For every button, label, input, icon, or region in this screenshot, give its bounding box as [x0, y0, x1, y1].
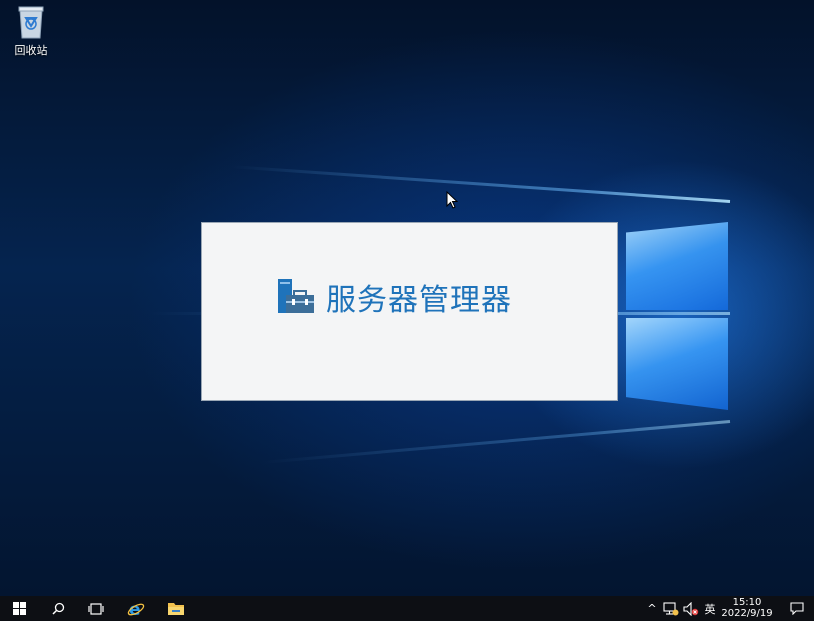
wallpaper-light-beam — [261, 420, 731, 464]
windows-start-icon — [12, 602, 26, 615]
taskbar-clock[interactable]: 15:10 2022/9/19 — [716, 597, 778, 619]
internet-explorer-button[interactable]: e — [118, 596, 154, 621]
network-status[interactable] — [662, 596, 680, 621]
task-view-button[interactable] — [78, 596, 114, 621]
mouse-cursor-icon — [446, 191, 458, 209]
recycle-bin-icon — [18, 6, 44, 39]
desktop-icon-recycle-bin[interactable]: 回收站 — [6, 4, 56, 58]
recycle-bin-label: 回收站 — [14, 44, 48, 57]
file-explorer-button[interactable] — [158, 596, 194, 621]
windows-logo-pane-bottom — [626, 318, 728, 410]
input-language-label: 英 — [704, 602, 716, 616]
volume-muted-icon — [683, 601, 699, 616]
clock-date: 2022/9/19 — [721, 608, 773, 619]
search-button[interactable] — [40, 596, 76, 621]
task-view-icon — [88, 602, 104, 615]
notification-icon — [790, 602, 804, 615]
desktop: 回收站 服务器管理器 — [0, 0, 814, 596]
clock-time: 15:10 — [732, 597, 762, 608]
start-button[interactable] — [0, 596, 38, 621]
splash-title-row: 服务器管理器 — [276, 275, 512, 319]
server-manager-splash: 服务器管理器 — [201, 222, 618, 401]
volume-control[interactable] — [682, 596, 700, 621]
splash-title: 服务器管理器 — [326, 283, 512, 318]
chevron-up-icon: ^ — [647, 602, 657, 615]
windows-logo-pane-top — [626, 222, 728, 310]
action-center-button[interactable] — [784, 596, 810, 621]
show-hidden-icons-button[interactable]: ^ — [644, 596, 660, 621]
search-icon — [51, 602, 64, 615]
server-manager-icon — [278, 279, 314, 313]
internet-explorer-icon: e — [127, 600, 145, 618]
file-explorer-icon — [168, 603, 184, 615]
taskbar: e ^ 英 15:10 2022/9/19 — [0, 596, 814, 621]
wallpaper-light-beam — [231, 165, 731, 203]
network-disconnected-icon — [663, 601, 679, 615]
